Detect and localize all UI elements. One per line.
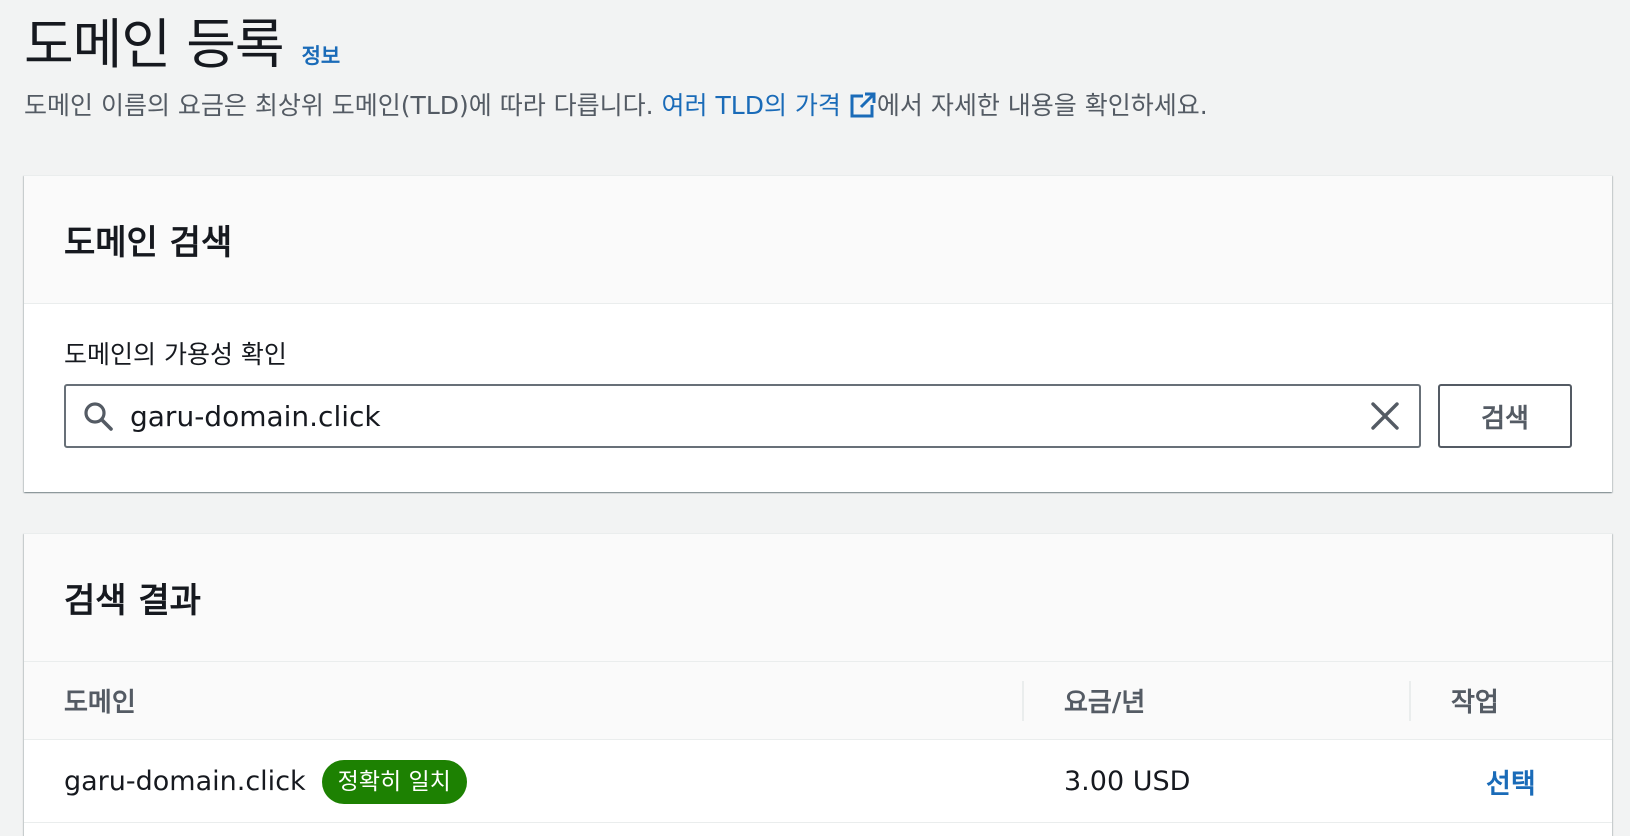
description-text: 도메인 이름의 요금은 최상위 도메인(TLD)에 따라 다릅니다. bbox=[24, 91, 662, 120]
search-body: 도메인의 가용성 확인 검색 bbox=[24, 304, 1612, 448]
table-row: garu-domain.click 정확히 일치 3.00 USD 선택 bbox=[24, 740, 1612, 823]
domain-name: garu-domain.click bbox=[64, 766, 306, 797]
page-description: 도메인 이름의 요금은 최상위 도메인(TLD)에 따라 다릅니다. 여러 TL… bbox=[24, 88, 1604, 124]
column-divider[interactable] bbox=[1022, 681, 1024, 721]
column-header-price[interactable]: 요금/년 bbox=[1064, 682, 1145, 719]
column-header-action: 작업 bbox=[1451, 688, 1499, 718]
page: 도메인 등록 정보 도메인 이름의 요금은 최상위 도메인(TLD)에 따라 다… bbox=[0, 0, 1630, 836]
clear-icon[interactable] bbox=[1367, 398, 1403, 434]
search-results-panel: 검색 결과 도메인 요금/년 작업 garu-domain.click 정확히 … bbox=[24, 533, 1612, 836]
external-link-icon bbox=[850, 92, 876, 118]
exact-match-badge: 정확히 일치 bbox=[321, 759, 467, 804]
page-title: 도메인 등록 bbox=[24, 13, 285, 76]
field-label: 도메인의 가용성 확인 bbox=[64, 340, 287, 369]
domain-cell: garu-domain.click 정확히 일치 bbox=[64, 740, 467, 823]
action-cell: 선택 bbox=[1486, 740, 1536, 823]
search-row: 검색 bbox=[64, 384, 1572, 448]
search-box bbox=[64, 384, 1421, 448]
panel-header: 도메인 검색 bbox=[24, 176, 1612, 304]
domain-search-input[interactable] bbox=[130, 399, 1359, 433]
domain-search-panel: 도메인 검색 도메인의 가용성 확인 검색 bbox=[24, 175, 1612, 492]
price-cell: 3.00 USD bbox=[1064, 766, 1191, 797]
panel-header: 검색 결과 bbox=[24, 534, 1612, 662]
results-table: 도메인 요금/년 작업 garu-domain.click 정확히 일치 3.0… bbox=[24, 662, 1612, 823]
select-link[interactable]: 선택 bbox=[1486, 762, 1536, 801]
info-link[interactable]: 정보 bbox=[302, 40, 341, 70]
table-header: 도메인 요금/년 작업 bbox=[24, 662, 1612, 740]
search-icon bbox=[84, 402, 113, 431]
description-text-end: 에서 자세한 내용을 확인하세요. bbox=[876, 91, 1208, 120]
panel-title: 검색 결과 bbox=[64, 581, 201, 621]
title-row: 도메인 등록 정보 bbox=[24, 12, 1604, 78]
tld-pricing-link[interactable]: 여러 TLD의 가격 bbox=[662, 91, 877, 120]
search-button[interactable]: 검색 bbox=[1438, 384, 1572, 448]
column-divider[interactable] bbox=[1409, 681, 1411, 721]
tld-pricing-link-label: 여러 TLD의 가격 bbox=[661, 91, 841, 120]
panel-title: 도메인 검색 bbox=[64, 223, 233, 263]
column-header-domain[interactable]: 도메인 bbox=[64, 682, 136, 719]
page-header: 도메인 등록 정보 도메인 이름의 요금은 최상위 도메인(TLD)에 따라 다… bbox=[24, 12, 1604, 124]
